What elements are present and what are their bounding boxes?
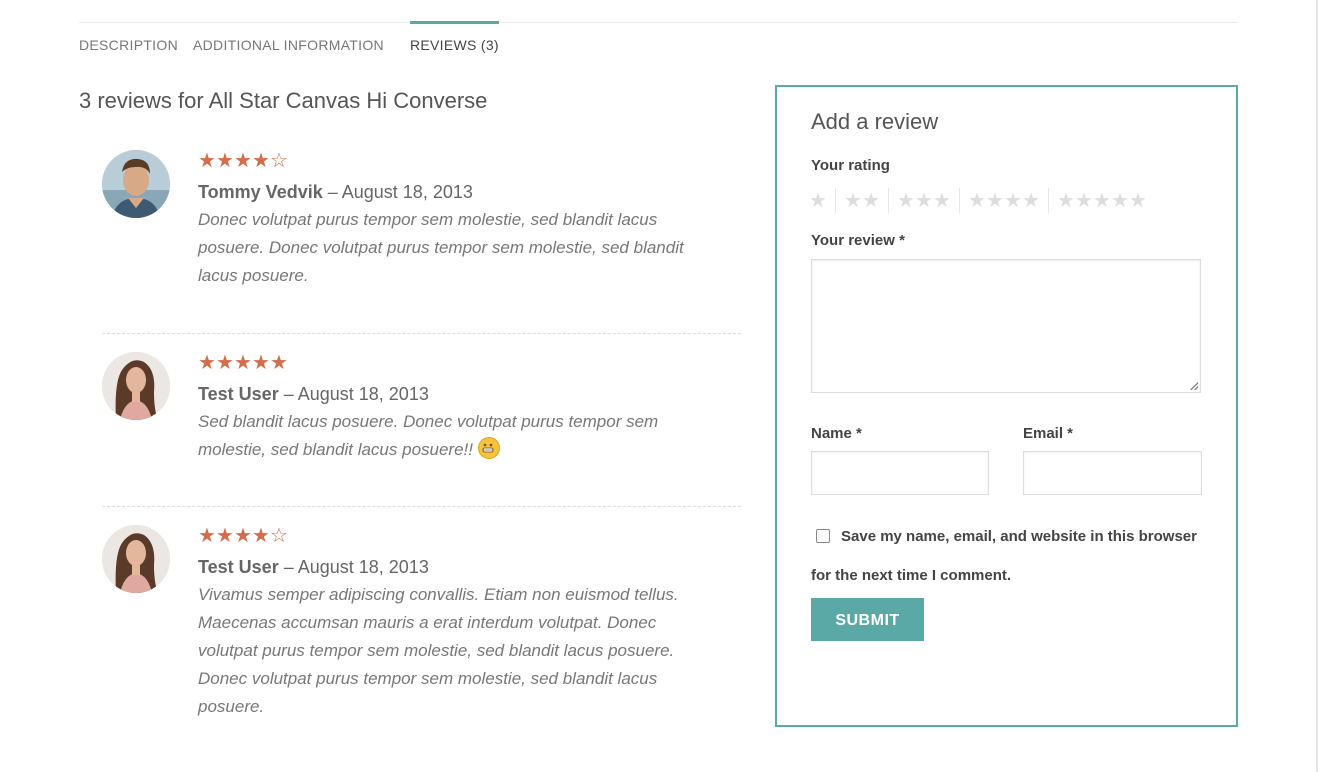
star-filled-icon: ★ <box>252 352 270 374</box>
star-filled-icon: ★ <box>198 525 216 547</box>
name-field[interactable] <box>811 451 989 495</box>
review-meta: Tommy Vedvik – August 18, 2013 <box>198 182 718 203</box>
tab-additional-information[interactable]: Additional Information <box>193 23 384 53</box>
star-icon: ★ <box>844 189 862 212</box>
save-info-label: Save my name, email, and website in this… <box>811 528 1197 584</box>
tab-description[interactable]: Description <box>79 23 178 53</box>
avatar <box>102 525 170 593</box>
review-author: Tommy Vedvik <box>198 182 323 202</box>
star-filled-icon: ★ <box>234 150 252 172</box>
review-text: Vivamus semper adipiscing convallis. Eti… <box>198 585 679 716</box>
star-filled-icon: ★ <box>252 150 270 172</box>
rating-option-3[interactable]: ★ ★ ★ <box>889 187 960 213</box>
grinning-emoji-icon <box>477 437 500 459</box>
star-icon: ★ <box>986 189 1004 212</box>
star-icon: ★ <box>1111 189 1129 212</box>
review-rating: ★ ★ ★ ★ ☆ <box>198 525 718 547</box>
resize-handle-icon[interactable] <box>1190 382 1198 390</box>
rating-option-2[interactable]: ★ ★ <box>836 187 889 213</box>
star-icon: ★ <box>915 189 933 212</box>
rating-option-4[interactable]: ★ ★ ★ ★ <box>960 187 1049 213</box>
review-divider <box>102 333 741 334</box>
star-empty-icon: ☆ <box>270 150 288 172</box>
review-author: Test User <box>198 557 279 577</box>
star-filled-icon: ★ <box>198 150 216 172</box>
avatar <box>102 150 170 218</box>
form-title: Add a review <box>811 109 939 134</box>
review-text-content: Sed blandit lacus posuere. Donec volutpa… <box>198 412 659 459</box>
rating-label: Your rating <box>811 157 890 174</box>
email-label: Email * <box>1023 425 1074 442</box>
rating-option-1[interactable]: ★ <box>809 187 836 213</box>
avatar <box>102 352 170 420</box>
star-icon: ★ <box>1075 189 1093 212</box>
review-meta: Test User – August 18, 2013 <box>198 384 718 405</box>
review-date: – August 18, 2013 <box>283 384 429 404</box>
star-filled-icon: ★ <box>252 525 270 547</box>
review-meta: Test User – August 18, 2013 <box>198 557 718 578</box>
review-date: – August 18, 2013 <box>327 182 473 202</box>
star-filled-icon: ★ <box>234 352 252 374</box>
name-label: Name * <box>811 425 862 442</box>
star-icon: ★ <box>809 189 827 212</box>
review-textarea[interactable] <box>811 259 1201 393</box>
star-filled-icon: ★ <box>270 352 288 374</box>
product-tabs: Description Additional Information Revie… <box>79 21 1238 63</box>
star-filled-icon: ★ <box>234 525 252 547</box>
star-filled-icon: ★ <box>216 150 234 172</box>
review-text: Sed blandit lacus posuere. Donec volutpa… <box>198 408 718 464</box>
review-text: Donec volutpat purus tempor sem molestie… <box>198 210 684 285</box>
star-icon: ★ <box>968 189 986 212</box>
star-filled-icon: ★ <box>216 352 234 374</box>
review-rating: ★ ★ ★ ★ ☆ <box>198 150 718 172</box>
email-field[interactable] <box>1023 451 1202 495</box>
star-icon: ★ <box>933 189 951 212</box>
review-divider <box>102 506 741 507</box>
rating-option-5[interactable]: ★ ★ ★ ★ ★ <box>1049 188 1155 213</box>
rating-selector: ★ ★ ★ ★ ★ ★ ★ ★ ★ ★ ★ ★ ★ ★ ★ <box>809 187 1155 213</box>
star-icon: ★ <box>897 189 915 212</box>
reviews-heading: 3 reviews for All Star Canvas Hi Convers… <box>79 88 488 113</box>
star-icon: ★ <box>1022 189 1040 212</box>
review-date: – August 18, 2013 <box>283 557 429 577</box>
star-empty-icon: ☆ <box>270 525 288 547</box>
star-filled-icon: ★ <box>198 352 216 374</box>
star-icon: ★ <box>1093 189 1111 212</box>
star-filled-icon: ★ <box>216 525 234 547</box>
star-icon: ★ <box>1004 189 1022 212</box>
tab-reviews[interactable]: Reviews (3) <box>410 21 499 53</box>
star-icon: ★ <box>862 189 880 212</box>
add-review-form: Add a review Your rating ★ ★ ★ ★ ★ ★ ★ ★ ★ ★ ★… <box>775 85 1238 727</box>
review-rating: ★ ★ ★ ★ ★ <box>198 352 718 374</box>
star-icon: ★ <box>1129 189 1147 212</box>
review-label: Your review * <box>811 232 905 249</box>
review-author: Test User <box>198 384 279 404</box>
star-icon: ★ <box>1057 189 1075 212</box>
submit-button[interactable]: Submit <box>811 598 924 641</box>
